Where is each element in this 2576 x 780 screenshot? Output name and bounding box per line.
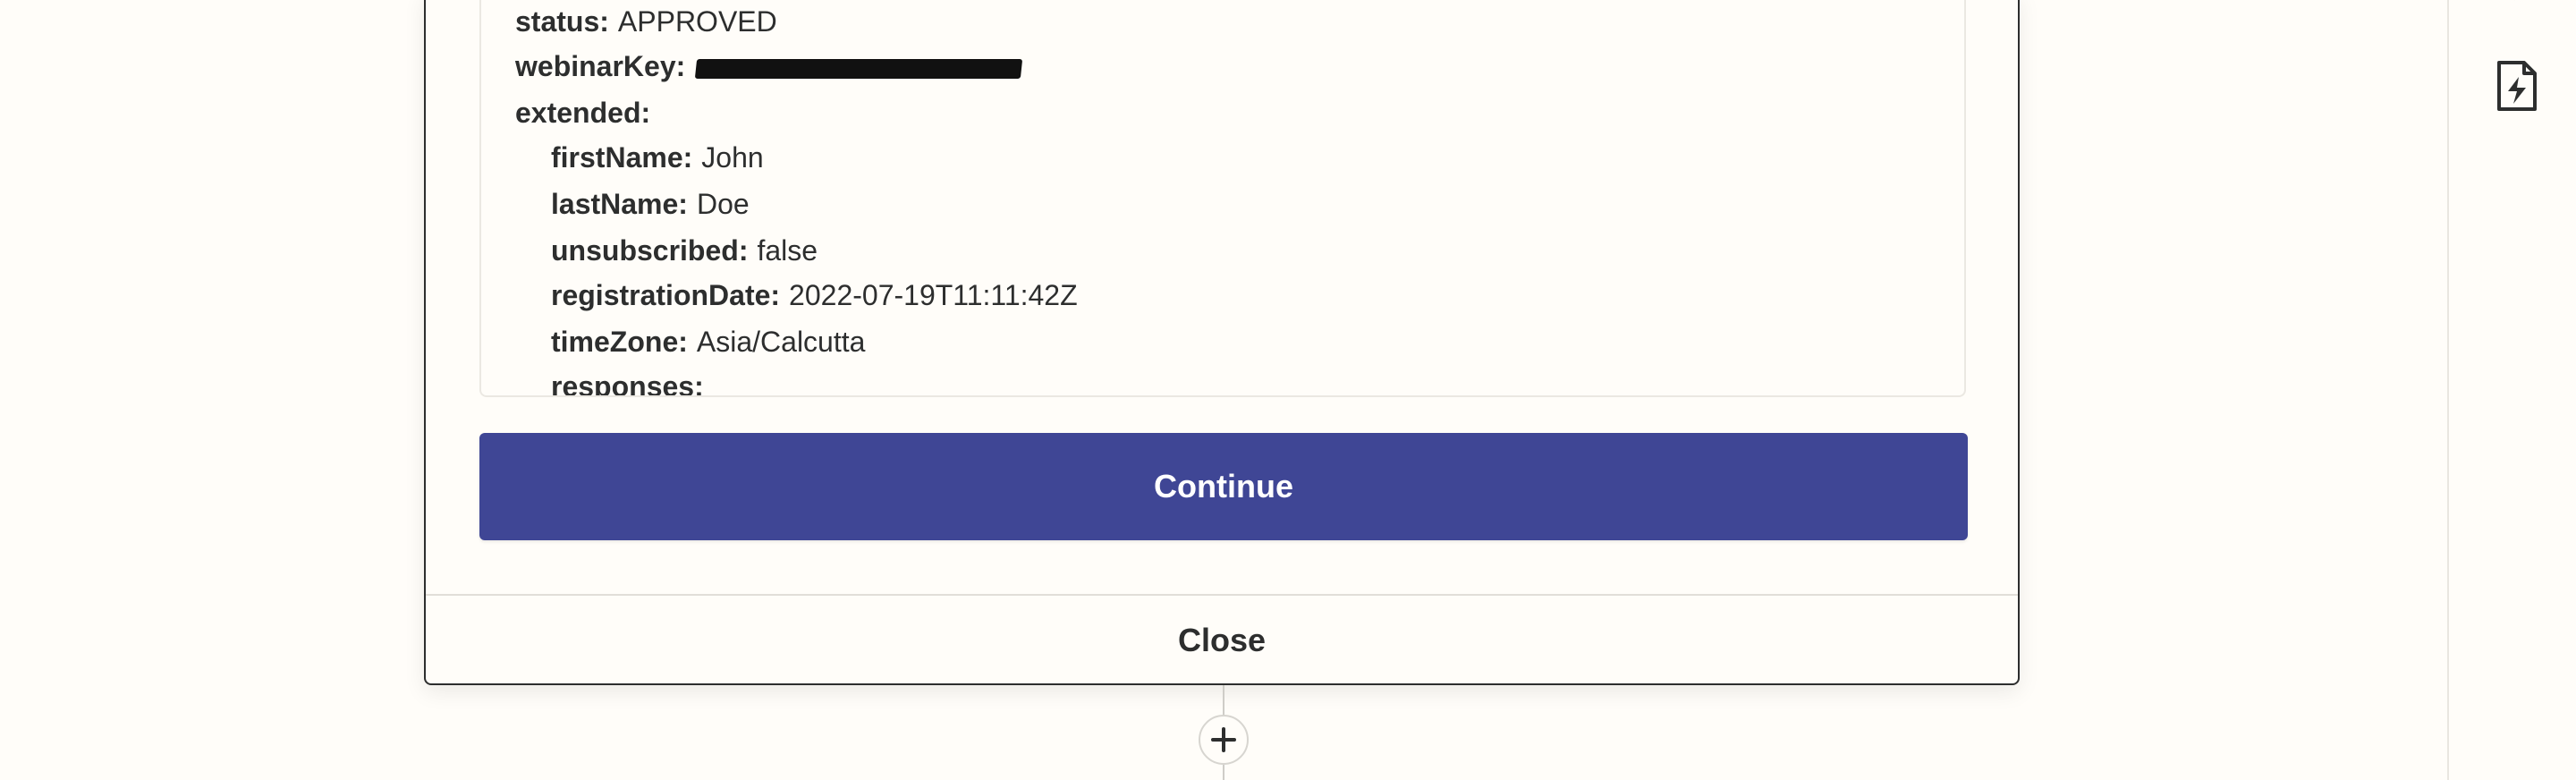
field-status: status: APPROVED — [515, 4, 777, 39]
redacted-value — [695, 58, 1023, 79]
field-webinar-key: webinarKey: — [515, 48, 1023, 84]
field-key: status: — [515, 5, 609, 38]
right-rail — [2447, 0, 2576, 780]
test-result-panel: status: APPROVED webinarKey: extended: fi… — [424, 0, 2020, 685]
field-key: webinarKey: — [515, 50, 686, 82]
close-button[interactable]: Close — [426, 596, 2018, 685]
zap-file-icon[interactable] — [2494, 59, 2540, 113]
add-step-button[interactable] — [1199, 715, 1249, 765]
field-extended: extended: — [515, 95, 650, 131]
field-responses: responses: — [551, 369, 704, 397]
field-last-name: lastName: Doe — [551, 186, 750, 222]
field-key: responses: — [551, 370, 704, 397]
field-key: firstName: — [551, 141, 693, 174]
field-value: false — [757, 234, 818, 267]
field-time-zone: timeZone: Asia/Calcutta — [551, 324, 865, 360]
field-key: lastName: — [551, 188, 688, 220]
field-key: unsubscribed: — [551, 234, 749, 267]
field-unsubscribed: unsubscribed: false — [551, 233, 818, 268]
field-value: Asia/Calcutta — [696, 326, 866, 358]
field-key: timeZone: — [551, 326, 688, 358]
field-first-name: firstName: John — [551, 140, 764, 175]
continue-button[interactable]: Continue — [479, 433, 1968, 540]
field-value: John — [701, 141, 764, 174]
field-value: APPROVED — [617, 5, 777, 38]
chevron-icon[interactable] — [2503, 0, 2528, 5]
field-registration-date: registrationDate: 2022-07-19T11:11:42Z — [551, 277, 1078, 313]
field-value: Doe — [696, 188, 750, 220]
record-data-box[interactable]: status: APPROVED webinarKey: extended: fi… — [479, 0, 1966, 397]
field-key: registrationDate: — [551, 279, 781, 311]
field-key: extended: — [515, 97, 651, 129]
plus-icon — [1211, 727, 1236, 752]
field-value: 2022-07-19T11:11:42Z — [789, 279, 1078, 311]
